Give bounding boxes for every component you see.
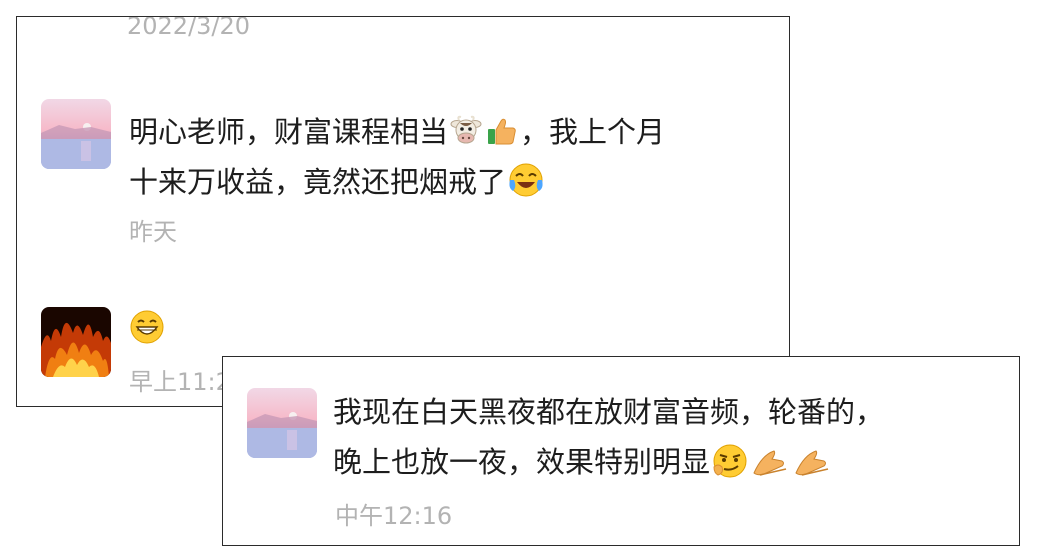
chat-screenshot-bottom: 我现在白天黑夜都在放财富音频，轮番的， 晚上也放一夜，效果特别明显 中午12:1… bbox=[222, 356, 1020, 546]
fire-avatar-image bbox=[41, 307, 111, 377]
laughing-crying-icon bbox=[508, 162, 544, 198]
message-time: 中午12:16 bbox=[335, 502, 453, 530]
message-text: 明心老师，财富课程相当 bbox=[129, 115, 449, 149]
cow-face-icon bbox=[450, 115, 482, 147]
message-line-1: 我现在白天黑夜都在放财富音频，轮番的， bbox=[333, 395, 885, 429]
grinning-face-icon bbox=[129, 309, 165, 345]
message-text: ，我上个月 bbox=[520, 115, 666, 149]
message-line-1: 明心老师，财富课程相当 ，我上个月 bbox=[129, 107, 665, 157]
message-text: 晚上也放一夜，效果特别明显 bbox=[333, 445, 711, 479]
message-2-time: 早上11:2 bbox=[129, 368, 231, 396]
sunset-avatar-image bbox=[41, 99, 111, 169]
avatar-sunset[interactable] bbox=[41, 99, 111, 169]
clap-hands-icon bbox=[752, 445, 790, 477]
message-text: 十来万收益，竟然还把烟戒了 bbox=[129, 165, 507, 199]
avatar-sunset[interactable] bbox=[247, 388, 317, 458]
chat-screenshot-top: 2022/3/20 明心老师，财富课程相当 ，我上个月 十来万收益，竟然还把烟戒… bbox=[16, 16, 790, 407]
message-2 bbox=[129, 302, 165, 352]
message-time: 昨天 bbox=[129, 218, 177, 246]
avatar-fire[interactable] bbox=[41, 307, 111, 377]
message-line-2: 晚上也放一夜，效果特别明显 bbox=[333, 437, 834, 487]
sunset-avatar-image bbox=[247, 388, 317, 458]
date-stamp: 2022/3/20 bbox=[127, 16, 251, 40]
clap-hands-icon bbox=[794, 445, 832, 477]
smirk-face-icon bbox=[712, 443, 748, 479]
message-line-2: 十来万收益，竟然还把烟戒了 bbox=[129, 157, 546, 207]
thumbs-up-icon bbox=[486, 115, 518, 147]
